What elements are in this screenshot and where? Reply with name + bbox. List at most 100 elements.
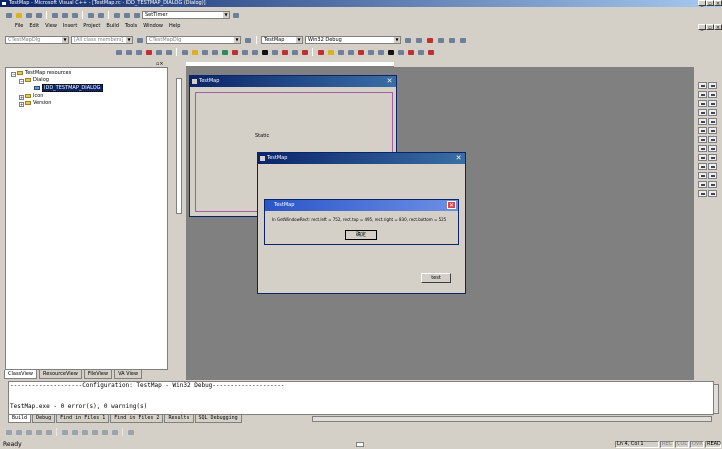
test-dialog-icon[interactable] xyxy=(114,48,123,56)
date-time-icon[interactable] xyxy=(708,172,717,179)
class-combo[interactable]: CTestMapDlg ▼ xyxy=(5,36,69,44)
panel-controls[interactable]: ▫× xyxy=(156,61,168,67)
va-help-icon[interactable] xyxy=(426,48,435,56)
debug-watch-icon[interactable] xyxy=(60,428,69,436)
close-button[interactable]: × xyxy=(714,0,722,7)
resource-tree[interactable]: − TestMap resources − Dialog IDD_TESTMAP… xyxy=(5,67,168,370)
debug-variables-icon[interactable] xyxy=(70,428,79,436)
spin-icon[interactable] xyxy=(698,136,707,143)
animate-icon[interactable] xyxy=(708,163,717,170)
class-wizard-icon[interactable] xyxy=(124,48,133,56)
tree-root[interactable]: TestMap resources xyxy=(17,70,71,77)
record-icon[interactable] xyxy=(300,48,309,56)
close-icon[interactable]: ✕ xyxy=(447,201,456,209)
align-top-icon[interactable] xyxy=(200,48,209,56)
toggle-grid-icon[interactable] xyxy=(270,48,279,56)
debug-step-out-icon[interactable] xyxy=(34,428,43,436)
redo-icon[interactable] xyxy=(96,11,105,19)
menu-insert[interactable]: Insert xyxy=(60,22,80,31)
save-all-icon[interactable] xyxy=(34,11,43,19)
window-list-icon[interactable] xyxy=(132,11,141,19)
center-vertical-icon[interactable] xyxy=(220,48,229,56)
minimize-button[interactable]: _ xyxy=(698,0,706,7)
tab-resourceview[interactable]: ResourceView xyxy=(39,370,82,379)
indent-icon[interactable] xyxy=(366,48,375,56)
ip-address-icon[interactable] xyxy=(708,181,717,188)
uncomment-icon[interactable] xyxy=(396,48,405,56)
menu-file[interactable]: File xyxy=(12,22,26,31)
compile-icon[interactable] xyxy=(403,36,412,44)
tab-sql-debugging[interactable]: SQL Debugging xyxy=(194,415,242,423)
tab-vaview[interactable]: VA View xyxy=(114,370,143,379)
debug-callstack-icon[interactable] xyxy=(100,428,109,436)
find-in-files-icon[interactable] xyxy=(231,11,240,19)
menu-edit[interactable]: Edit xyxy=(26,22,42,31)
collapse-icon[interactable]: − xyxy=(11,72,16,77)
debug-disassembly-icon[interactable] xyxy=(110,428,119,436)
space-down-icon[interactable] xyxy=(250,48,259,56)
wizard-menu-icon[interactable] xyxy=(243,36,252,44)
va-tool-icon[interactable] xyxy=(406,48,415,56)
hscroll-icon[interactable] xyxy=(698,127,707,134)
tab-find-in-files-1[interactable]: Find in Files 1 xyxy=(56,415,110,423)
wizard-action-icon[interactable] xyxy=(135,36,144,44)
comment-icon[interactable] xyxy=(386,48,395,56)
properties-icon[interactable] xyxy=(154,48,163,56)
output-vscrollbar[interactable] xyxy=(713,384,719,414)
extended-combo-icon[interactable] xyxy=(708,190,717,197)
debug-registers-icon[interactable] xyxy=(80,428,89,436)
center-horizontal-icon[interactable] xyxy=(230,48,239,56)
expand-icon[interactable]: + xyxy=(19,95,24,100)
build-icon[interactable] xyxy=(414,36,423,44)
ok-button[interactable]: 确定 xyxy=(345,230,377,240)
vscroll-icon[interactable] xyxy=(708,127,717,134)
breakpoint-icon[interactable] xyxy=(458,36,467,44)
doc-restore-button[interactable]: ▫ xyxy=(706,24,714,31)
button-icon[interactable] xyxy=(708,100,717,107)
debug-step-into-icon[interactable] xyxy=(14,428,23,436)
config-combo[interactable]: Win32 Debug ▼ xyxy=(305,36,401,44)
tab-results[interactable]: Results xyxy=(164,415,194,423)
va-options-icon[interactable] xyxy=(416,48,425,56)
open-icon[interactable] xyxy=(14,11,23,19)
tab-debug[interactable]: Debug xyxy=(32,415,56,423)
debug-run-to-cursor-icon[interactable] xyxy=(44,428,53,436)
tree-version[interactable]: Version xyxy=(25,100,51,107)
maximize-button[interactable]: ▫ xyxy=(706,0,714,7)
copy-icon[interactable] xyxy=(60,11,69,19)
debug-step-over-icon[interactable] xyxy=(24,428,33,436)
bookmark-clear-icon[interactable] xyxy=(356,48,365,56)
member-combo[interactable]: CTestMapDlg ▼ xyxy=(146,36,241,44)
tree-icon[interactable]: Icon xyxy=(25,93,43,100)
pointer-icon[interactable] xyxy=(698,82,707,89)
tab-control-icon[interactable] xyxy=(698,163,707,170)
month-calendar-icon[interactable] xyxy=(698,181,707,188)
picture-icon[interactable] xyxy=(708,82,717,89)
output-icon[interactable] xyxy=(122,11,131,19)
space-across-icon[interactable] xyxy=(240,48,249,56)
tab-fileview[interactable]: FileView xyxy=(83,370,113,379)
list-control-icon[interactable] xyxy=(698,154,707,161)
collapse-icon[interactable]: − xyxy=(19,79,24,84)
slider-icon[interactable] xyxy=(698,145,707,152)
macro-icon[interactable] xyxy=(316,48,325,56)
menu-project[interactable]: Project xyxy=(80,22,103,31)
bookmark-icon[interactable] xyxy=(326,48,335,56)
error-icon[interactable] xyxy=(144,48,153,56)
chevron-down-icon[interactable]: ▼ xyxy=(394,37,400,43)
debug-step-icon[interactable] xyxy=(4,428,13,436)
outdent-icon[interactable] xyxy=(376,48,385,56)
group-box-icon[interactable] xyxy=(698,100,707,107)
tab-build[interactable]: Build xyxy=(8,415,32,423)
filter-combo[interactable]: [All class members] ▼ xyxy=(71,36,133,44)
combo-box-icon[interactable] xyxy=(698,118,707,125)
static-text-icon[interactable] xyxy=(698,91,707,98)
hotkey-icon[interactable] xyxy=(708,145,717,152)
align-right-icon[interactable] xyxy=(190,48,199,56)
list-box-icon[interactable] xyxy=(708,118,717,125)
bookmark-prev-icon[interactable] xyxy=(346,48,355,56)
static-text[interactable]: Static xyxy=(255,133,269,139)
resource-icon[interactable] xyxy=(134,48,143,56)
progress-icon[interactable] xyxy=(708,136,717,143)
rich-edit-icon[interactable] xyxy=(698,172,707,179)
